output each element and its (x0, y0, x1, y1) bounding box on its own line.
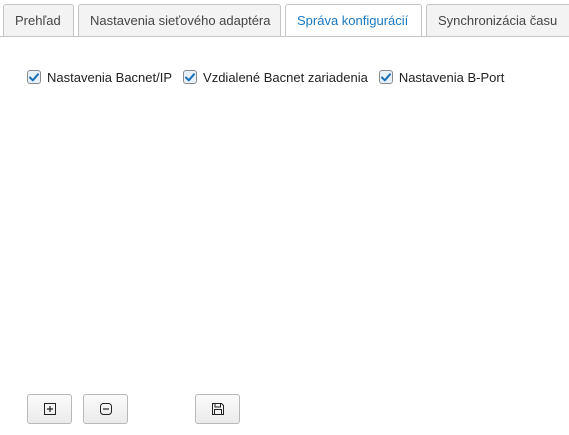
tab-time-synchronization[interactable]: Synchronizácia času (426, 4, 569, 36)
checkbox-label: Nastavenia B-Port (398, 69, 505, 85)
checkmark-icon (185, 72, 196, 81)
remove-button[interactable] (83, 394, 128, 424)
checkbox-label: Vzdialené Bacnet zariadenia (203, 69, 368, 85)
tab-overview[interactable]: Prehľad (3, 4, 74, 36)
checkbox-box[interactable] (27, 70, 41, 84)
plus-box-icon (43, 403, 56, 415)
save-button[interactable] (195, 394, 240, 424)
checkmark-icon (380, 72, 391, 81)
checkbox-b-port-settings[interactable]: Nastavenia B-Port (378, 69, 505, 85)
checkbox-box[interactable] (378, 70, 393, 84)
tab-network-adapter-settings[interactable]: Nastavenia sieťového adaptéra (78, 4, 281, 36)
tab-bar: Prehľad Nastavenia sieťového adaptéra Sp… (0, 0, 569, 37)
tab-label: Prehľad (15, 13, 61, 28)
checkbox-box[interactable] (183, 70, 198, 84)
minus-box-icon (99, 403, 112, 415)
checkbox-remote-bacnet-devices[interactable]: Vzdialené Bacnet zariadenia (183, 70, 368, 85)
tab-configuration-management[interactable]: Správa konfigurácií (285, 4, 422, 36)
tab-label: Nastavenia sieťového adaptéra (90, 13, 271, 28)
checkbox-bacnet-ip-settings[interactable]: Nastavenia Bacnet/IP (27, 70, 172, 85)
tab-label: Synchronizácia času (438, 13, 558, 28)
add-button[interactable] (27, 394, 72, 424)
checkbox-label: Nastavenia Bacnet/IP (47, 69, 173, 85)
checkmark-icon (29, 72, 39, 81)
config-checkbox-group: Nastavenia Bacnet/IP Vzdialené Bacnet za… (27, 67, 515, 87)
floppy-disk-icon (211, 403, 224, 415)
tab-label: Správa konfigurácií (297, 13, 409, 28)
